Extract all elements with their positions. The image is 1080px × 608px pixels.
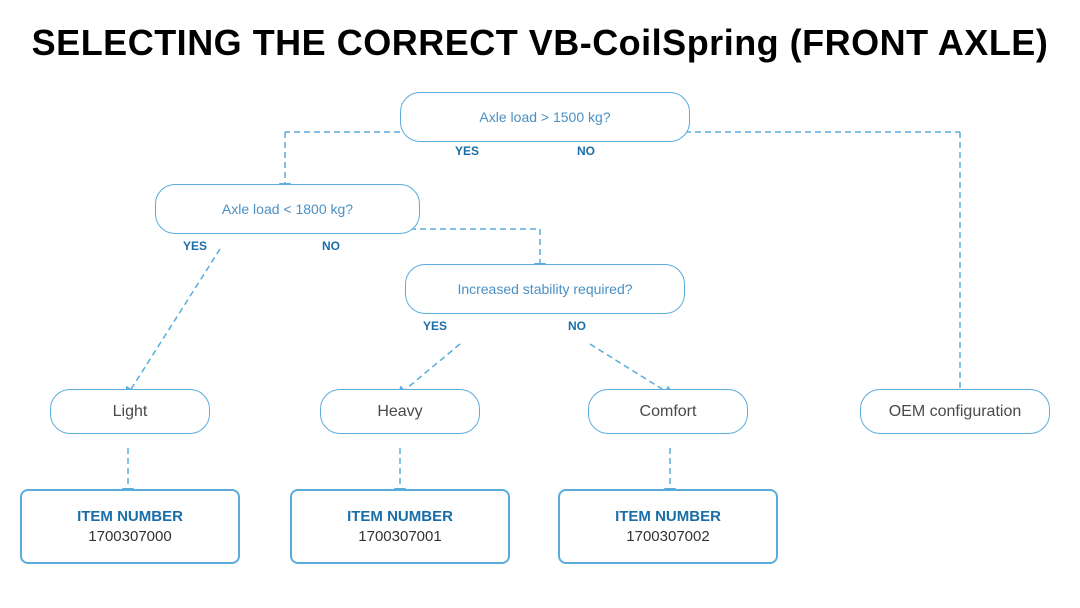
result-comfort: Comfort xyxy=(588,389,748,434)
result-light: Light xyxy=(50,389,210,434)
result-oem: OEM configuration xyxy=(860,389,1050,434)
diagram-area: .dashed-line { stroke: #5aacdc; stroke-w… xyxy=(0,74,1080,574)
decision2-yes-label: YES xyxy=(183,239,207,253)
item-box-2: ITEM NUMBER 1700307002 xyxy=(558,489,778,564)
result-heavy: Heavy xyxy=(320,389,480,434)
page-title: SELECTING THE CORRECT VB-CoilSpring (FRO… xyxy=(0,0,1080,74)
decision-box-3: Increased stability required? xyxy=(405,264,685,314)
decision2-no-label: NO xyxy=(322,239,340,253)
decision1-yes-label: YES xyxy=(455,144,479,158)
decision-box-1: Axle load > 1500 kg? xyxy=(400,92,690,142)
decision-box-2: Axle load < 1800 kg? xyxy=(155,184,420,234)
decision3-yes-label: YES xyxy=(423,319,447,333)
item-box-1: ITEM NUMBER 1700307001 xyxy=(290,489,510,564)
decision3-no-label: NO xyxy=(568,319,586,333)
item-box-0: ITEM NUMBER 1700307000 xyxy=(20,489,240,564)
decision1-no-label: NO xyxy=(577,144,595,158)
